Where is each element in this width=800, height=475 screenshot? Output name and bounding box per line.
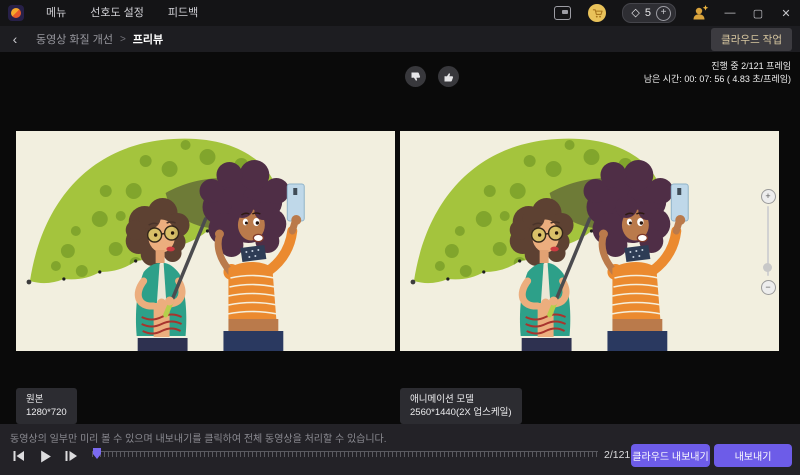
menu-button[interactable]: 메뉴 <box>34 0 78 26</box>
close-button[interactable]: ✕ <box>772 0 800 26</box>
enhanced-label-title: 애니메이션 모델 <box>410 394 474 405</box>
gem-icon: ◇ <box>631 6 640 19</box>
zoom-in-button[interactable]: + <box>760 189 776 204</box>
cloud-task-button[interactable]: 클라우드 작업 <box>711 27 792 51</box>
credits-count: 5 <box>644 7 651 19</box>
enhanced-label-resolution: 2560*1440(2X 업스케일) <box>410 407 512 418</box>
footer-bar: 동영상의 일부만 미리 볼 수 있으며 내보내기를 클릭하여 전체 동영상을 처… <box>0 424 800 475</box>
app-window: 메뉴 선호도 설정 피드백 ◇ 5 + — ▢ ✕ ‹ 동영상 화질 개선 > … <box>0 0 800 475</box>
breadcrumb-current: 프리뷰 <box>132 34 164 46</box>
credits-pill[interactable]: ◇ 5 + <box>622 3 676 23</box>
original-label: 원본 1280*720 <box>16 388 77 424</box>
timeline-scrubber[interactable] <box>92 448 598 462</box>
preferences-button[interactable]: 선호도 설정 <box>78 0 156 26</box>
account-upgrade-icon[interactable] <box>690 4 710 22</box>
frame-counter: 2/121 <box>604 449 631 461</box>
breadcrumb-separator: > <box>119 33 126 45</box>
zoom-out-button[interactable]: − <box>760 280 776 295</box>
original-label-resolution: 1280*720 <box>26 407 67 418</box>
mini-window-icon[interactable] <box>554 6 572 20</box>
enhanced-label: 애니메이션 모델 2560*1440(2X 업스케일) <box>400 388 522 424</box>
maximize-button[interactable]: ▢ <box>744 0 772 26</box>
playhead-marker[interactable] <box>93 448 101 459</box>
preview-notice: 동영상의 일부만 미리 볼 수 있으며 내보내기를 클릭하여 전체 동영상을 처… <box>10 434 387 445</box>
preview-image-enhanced: + − <box>400 131 779 351</box>
title-bar: 메뉴 선호도 설정 피드백 ◇ 5 + — ▢ ✕ <box>0 0 800 26</box>
thumbs-up-button[interactable] <box>438 66 459 87</box>
add-credits-button[interactable]: + <box>656 5 671 21</box>
play-button[interactable] <box>34 445 56 467</box>
breadcrumb-parent[interactable]: 동영상 화질 개선 <box>36 31 113 47</box>
breadcrumb-bar: ‹ 동영상 화질 개선 > 프리뷰 클라우드 작업 <box>0 26 800 52</box>
next-frame-button[interactable] <box>60 445 82 467</box>
zoom-slider: + − <box>758 189 778 295</box>
progress-info: 진행 중 2/121 프레임 남은 시간: 00: 07: 56 ( 4.83 … <box>644 60 791 86</box>
previous-frame-button[interactable] <box>8 445 30 467</box>
progress-time-remaining: 남은 시간: 00: 07: 56 ( 4.83 초/프레임) <box>643 74 791 84</box>
preview-image-original <box>16 131 395 351</box>
progress-frames: 진행 중 2/121 프레임 <box>711 61 791 71</box>
preview-area: 진행 중 2/121 프레임 남은 시간: 00: 07: 56 ( 4.83 … <box>0 52 800 424</box>
cloud-export-button[interactable]: 클라우드 내보내기 <box>631 444 710 467</box>
app-logo-icon <box>8 5 24 21</box>
minimize-button[interactable]: — <box>716 0 744 26</box>
zoom-slider-thumb[interactable] <box>763 263 772 272</box>
back-button[interactable]: ‹ <box>0 26 30 52</box>
feedback-button[interactable]: 피드백 <box>156 0 210 26</box>
store-coin-icon[interactable] <box>588 4 607 22</box>
thumbs-down-button[interactable] <box>405 66 426 87</box>
export-button[interactable]: 내보내기 <box>714 444 792 467</box>
original-label-title: 원본 <box>26 394 44 405</box>
